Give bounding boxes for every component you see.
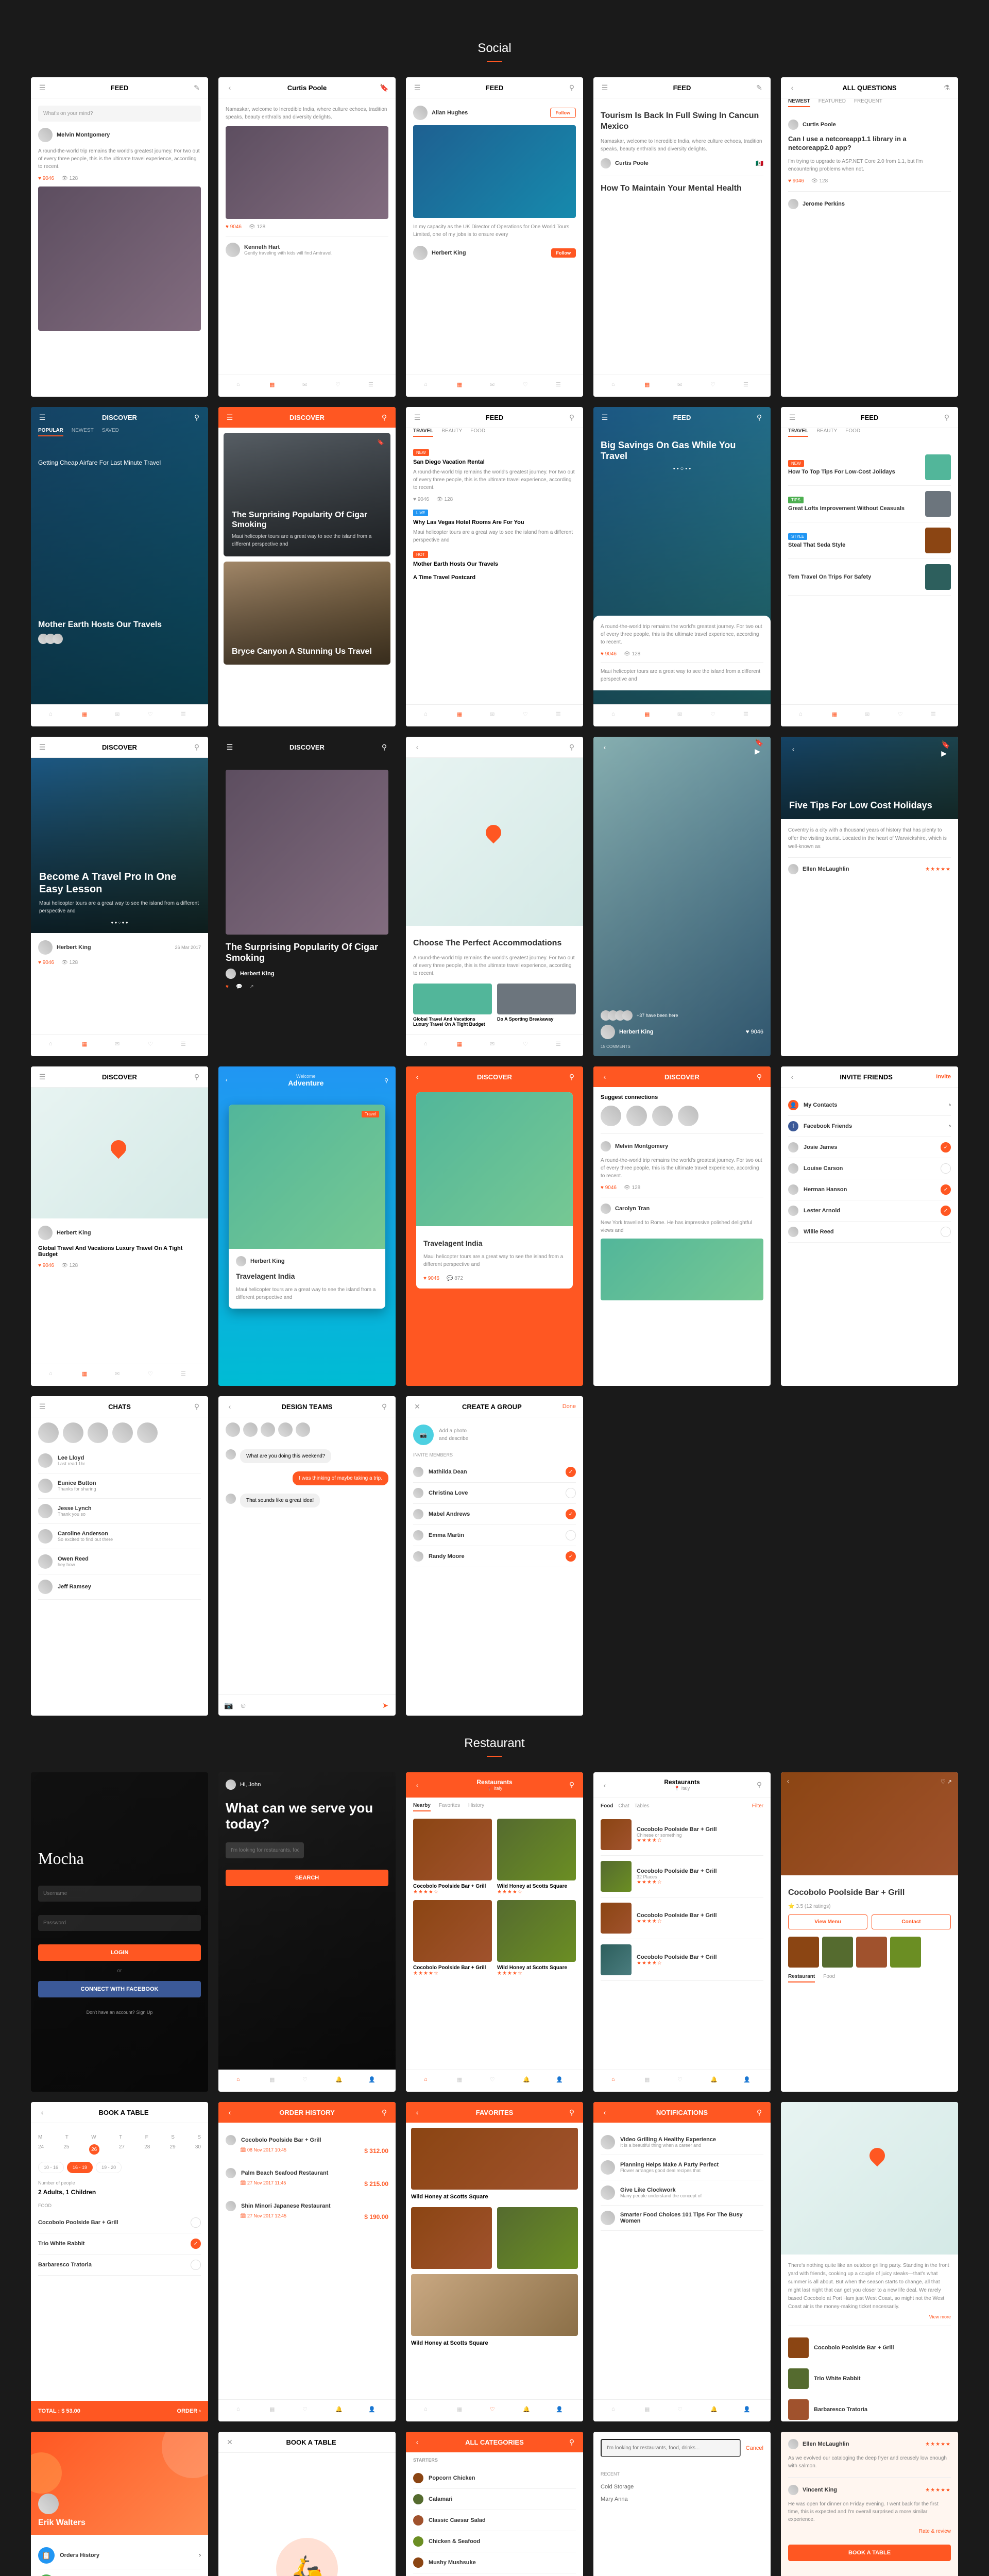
compose-input[interactable]: What's on your mind? <box>38 106 201 122</box>
emoji-icon[interactable]: ☺ <box>239 1701 247 1709</box>
discover-cards-screen: ☰DISCOVER⚲ 🔖 The Surprising Popularity O… <box>218 407 396 726</box>
camera-icon[interactable]: 📷 <box>225 1701 233 1709</box>
questions-screen: ‹ALL QUESTIONS⚗ NEWESTFEATUREDFREQUENT C… <box>781 77 958 397</box>
filter-icon[interactable]: ⚗ <box>943 83 951 92</box>
map-pin[interactable] <box>483 822 504 843</box>
post-image[interactable] <box>226 126 388 219</box>
thank-you-screen: ✕BOOK A TABLE 🛵 Thank you! Your order is… <box>218 2432 396 2576</box>
send-icon[interactable]: ➤ <box>381 1701 389 1709</box>
five-tips-screen: ‹🔖 ▶ Five Tips For Low Cost Holidays Cov… <box>781 737 958 1056</box>
avatar[interactable] <box>226 243 240 257</box>
feed-gas-screen: ☰FEED⚲ Big Savings On Gas While You Trav… <box>593 407 771 726</box>
close-icon[interactable]: ✕ <box>413 1402 421 1411</box>
post-image[interactable] <box>413 125 576 218</box>
invite-button[interactable]: Invite <box>936 1074 951 1080</box>
restaurants-grid-screen: ‹Restaurants📍 Italy⚲ NearbyFavoritesHist… <box>406 1772 583 2092</box>
iceberg-screen: ‹🔖 ▶ +37 have been here Herbert King♥ 90… <box>593 737 771 1056</box>
like-count[interactable]: ♥ 9046 <box>38 176 54 181</box>
favorites-screen: ‹FAVORITES⚲ Wild Honey at Scotts Square … <box>406 2102 583 2421</box>
menu-icon[interactable]: ☰ <box>413 83 421 92</box>
login-button[interactable]: LOGIN <box>38 1944 201 1961</box>
categories-screen: ‹ALL CATEGORIES⚲ STARTERS Popcorn Chicke… <box>406 2432 583 2576</box>
reviews-detail-screen: Ellen McLaughlin★★★★★ As we evolved our … <box>781 2432 958 2576</box>
profile-screen: Erik Walters 📋Orders History› 💳Payment M… <box>31 2432 208 2576</box>
discover-orange-screen: ‹DISCOVER⚲ Travelagent India Maui helico… <box>406 1066 583 1386</box>
chats-screen: ☰CHATS⚲ Lee LloydLast read 1hr Eunice Bu… <box>31 1396 208 1716</box>
rate-link[interactable]: Rate & review <box>788 2529 951 2534</box>
done-button[interactable]: Done <box>562 1403 576 1410</box>
bookmark-icon[interactable]: 🔖 <box>380 83 388 92</box>
adventure-screen: ‹WelcomeAdventure⚲ Travel Herbert King T… <box>218 1066 396 1386</box>
bottom-nav: ⌂▦✉♡☰ <box>218 375 396 397</box>
mocha-login-screen: Mocha LOGIN or CONNECT WITH FACEBOOK Don… <box>31 1772 208 2092</box>
notifications-screen: ‹NOTIFICATIONS⚲ Video Grilling A Healthy… <box>593 2102 771 2421</box>
restaurant-about-screen: There's nothing quite like an outdoor gr… <box>781 2102 958 2421</box>
map-discover-screen: ‹⚲ Choose The Perfect Accommodations A r… <box>406 737 583 1056</box>
restaurant-detail-screen: ‹♡ ↗ Cocobolo Poolside Bar + Grill ⭐ 3.5… <box>781 1772 958 2092</box>
map[interactable] <box>406 758 583 926</box>
cancel-button[interactable]: Cancel <box>746 2445 763 2451</box>
mocha-search-screen: Hi, John What can we serve you today? SE… <box>218 1772 396 2092</box>
feed-travel-screen: ☰FEED⚲ TRAVELBEAUTYFOOD NEW San Diego Va… <box>406 407 583 726</box>
invite-screen: ‹INVITE FRIENDSInvite 👤My Contacts› fFac… <box>781 1066 958 1386</box>
chat-detail-screen: ‹DESIGN TEAMS⚲ What are you doing this w… <box>218 1396 396 1716</box>
compose-icon[interactable]: ✎ <box>193 83 201 92</box>
search-field[interactable] <box>601 2439 741 2457</box>
search-input[interactable] <box>226 1842 304 1858</box>
view-count: 👁 128 <box>61 176 78 181</box>
feed-author-screen: ☰FEED⚲ Allan HughesFollow In my capacity… <box>406 77 583 397</box>
follow-button[interactable]: Follow <box>550 108 576 118</box>
feed-articles-screen: ☰FEED✎ Tourism Is Back In Full Swing In … <box>593 77 771 397</box>
discover-overlay-screen: ☰DISCOVER⚲ POPULARNEWESTSAVED Getting Ch… <box>31 407 208 726</box>
section-social: Social <box>10 41 979 62</box>
facebook-button[interactable]: CONNECT WITH FACEBOOK <box>38 1981 201 1997</box>
username-input[interactable] <box>38 1886 201 1902</box>
discover-dark-screen: ☰DISCOVER⚲ The Surprising Popularity Of … <box>218 737 396 1056</box>
restaurants-filter-screen: ‹Restaurants📍 Italy⚲ FoodChatTablesFilte… <box>593 1772 771 2092</box>
search-icon[interactable]: ⚲ <box>568 83 576 92</box>
feed-title: FEED <box>46 84 193 92</box>
post-image[interactable] <box>38 187 201 331</box>
upload-photo[interactable]: 📷 <box>413 1425 434 1445</box>
order-button[interactable]: ORDER › <box>177 2408 201 2414</box>
filter-button[interactable]: Filter <box>752 1803 763 1809</box>
password-input[interactable] <box>38 1915 201 1931</box>
feed-compose-screen: ☰FEED✎ What's on your mind? Melvin Montg… <box>31 77 208 397</box>
back-icon[interactable]: ‹ <box>226 83 234 92</box>
section-restaurant: Restaurant <box>10 1736 979 1757</box>
book-table-screen: ‹BOOK A TABLE MTWTFSS 24252627282930 10 … <box>31 2102 208 2421</box>
discover-hero-screen: ☰DISCOVER⚲ Become A Travel Pro In One Ea… <box>31 737 208 1056</box>
feed-list-thumbs: ☰FEED⚲ TRAVELBEAUTYFOOD NEWHow To Top Ti… <box>781 407 958 726</box>
view-menu-button[interactable]: View Menu <box>788 1914 867 1929</box>
search-button[interactable]: SEARCH <box>226 1870 388 1886</box>
scooter-illustration: 🛵 <box>276 2538 338 2576</box>
avatar[interactable] <box>38 128 53 142</box>
order-history-screen: ‹ORDER HISTORY⚲ Cocobolo Poolside Bar + … <box>218 2102 396 2421</box>
discover-map-card: ☰DISCOVER⚲ Herbert King Global Travel An… <box>31 1066 208 1386</box>
create-group-screen: ✕CREATE A GROUPDone 📷Add a photoand desc… <box>406 1396 583 1716</box>
book-table-button[interactable]: BOOK A TABLE <box>788 2545 951 2561</box>
suggest-screen: ‹DISCOVER⚲ Suggest connections Melvin Mo… <box>593 1066 771 1386</box>
search-keyboard-screen: Cancel RECENT Cold Storage Mary Anna qwe… <box>593 2432 771 2576</box>
menu-icon[interactable]: ☰ <box>38 83 46 92</box>
contact-button[interactable]: Contact <box>872 1914 951 1929</box>
feed-post-screen: ‹Curtis Poole🔖 Namaskar, welcome to Incr… <box>218 77 396 397</box>
